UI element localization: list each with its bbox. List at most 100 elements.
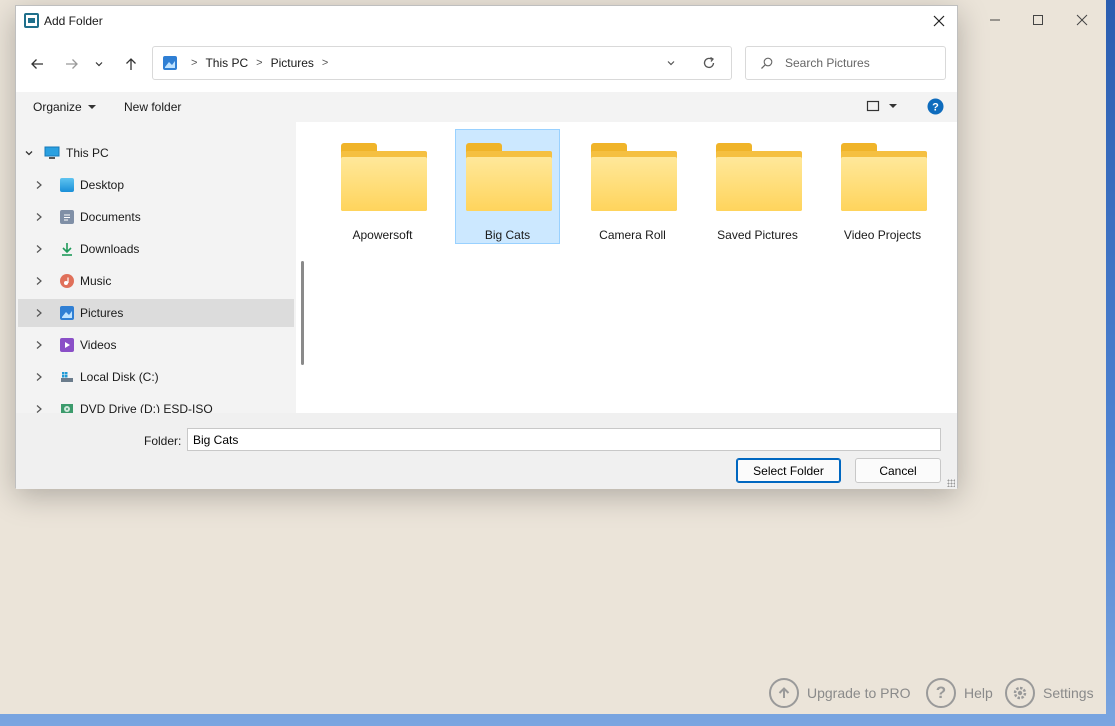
- search-icon: [760, 57, 773, 70]
- breadcrumb-separator-icon: >: [322, 57, 328, 69]
- folder-label: Big Cats: [456, 228, 559, 242]
- minimize-button[interactable]: [975, 9, 1015, 31]
- help-label: Help: [964, 685, 993, 701]
- chevron-right-icon: [34, 180, 44, 190]
- tree-item-pictures[interactable]: Pictures: [18, 299, 294, 327]
- dialog-footer: Folder: Select Folder Cancel: [16, 413, 957, 489]
- refresh-button[interactable]: [702, 56, 716, 73]
- search-placeholder: Search Pictures: [785, 56, 870, 70]
- app-close-button[interactable]: [1062, 9, 1102, 31]
- view-options-button[interactable]: [866, 99, 898, 113]
- upgrade-label: Upgrade to PRO: [807, 685, 911, 701]
- navigation-row: > This PC > Pictures > Search Pictures: [16, 44, 957, 82]
- tree-item-dvd-drive[interactable]: DVD Drive (D:) ESD-ISO: [18, 395, 294, 413]
- tree-item-this-pc[interactable]: This PC: [18, 139, 294, 167]
- chevron-down-icon: [666, 58, 676, 68]
- search-input[interactable]: Search Pictures: [745, 46, 946, 80]
- help-button-dialog[interactable]: ?: [927, 98, 944, 118]
- help-circle-icon: ?: [927, 98, 944, 115]
- chevron-down-icon: [94, 59, 104, 69]
- folder-item-apowersoft[interactable]: Apowersoft: [330, 129, 435, 244]
- chevron-right-icon: [34, 212, 44, 222]
- arrow-left-icon: [30, 57, 44, 71]
- view-pane-icon: [866, 99, 880, 113]
- settings-button[interactable]: Settings: [1005, 677, 1094, 709]
- upgrade-to-pro-button[interactable]: Upgrade to PRO: [769, 677, 911, 709]
- arrow-up-circle-icon: [769, 678, 799, 708]
- chevron-right-icon: [34, 308, 44, 318]
- folder-field-label: Folder:: [144, 434, 181, 448]
- chevron-down-icon: [24, 148, 34, 158]
- folder-label: Video Projects: [831, 228, 934, 242]
- navigation-scrollbar[interactable]: [301, 261, 304, 365]
- tree-item-documents[interactable]: Documents: [18, 203, 294, 231]
- navigation-pane: This PC Desktop Documents D: [16, 122, 296, 413]
- arrow-right-icon: [65, 57, 79, 71]
- caret-down-icon: [888, 102, 898, 110]
- folder-name-input[interactable]: [187, 428, 941, 451]
- select-folder-button[interactable]: Select Folder: [736, 458, 841, 483]
- refresh-icon: [702, 56, 716, 70]
- tree-label: Pictures: [80, 306, 123, 320]
- caret-down-icon: [87, 103, 97, 111]
- tree-item-music[interactable]: Music: [18, 267, 294, 295]
- folder-label: Saved Pictures: [706, 228, 809, 242]
- folder-label: Camera Roll: [581, 228, 684, 242]
- folder-label: Apowersoft: [331, 228, 434, 242]
- folder-item-video-projects[interactable]: Video Projects: [830, 129, 935, 244]
- breadcrumb-pictures[interactable]: Pictures: [271, 56, 314, 70]
- resize-grip[interactable]: [947, 479, 955, 487]
- disk-icon: [60, 370, 74, 384]
- folder-icon: [466, 143, 552, 211]
- folder-item-saved-pictures[interactable]: Saved Pictures: [705, 129, 810, 244]
- tree-item-downloads[interactable]: Downloads: [18, 235, 294, 263]
- new-folder-button[interactable]: New folder: [124, 100, 181, 114]
- chevron-right-icon: [34, 244, 44, 254]
- tree-item-desktop[interactable]: Desktop: [18, 171, 294, 199]
- tree-item-local-disk[interactable]: Local Disk (C:): [18, 363, 294, 391]
- music-icon: [60, 274, 74, 288]
- folder-icon: [341, 143, 427, 211]
- cancel-button[interactable]: Cancel: [855, 458, 941, 483]
- maximize-icon: [1032, 14, 1044, 26]
- breadcrumb-separator-icon: >: [191, 57, 197, 69]
- documents-icon: [60, 210, 74, 224]
- folder-view: Apowersoft Big Cats Camera Roll Saved Pi…: [312, 122, 957, 413]
- tree-item-videos[interactable]: Videos: [18, 331, 294, 359]
- dvd-icon: [60, 402, 74, 413]
- svg-text:?: ?: [932, 102, 939, 114]
- videos-icon: [60, 338, 74, 352]
- folder-icon: [841, 143, 927, 211]
- gear-icon: [1005, 678, 1035, 708]
- tree-label: Music: [80, 274, 111, 288]
- tree-label: Local Disk (C:): [80, 370, 159, 384]
- forward-button[interactable]: [62, 54, 82, 74]
- breadcrumb-separator-icon: >: [256, 57, 262, 69]
- minimize-icon: [989, 14, 1001, 26]
- dialog-close-button[interactable]: [925, 9, 953, 33]
- breadcrumb-this-pc[interactable]: This PC: [205, 56, 248, 70]
- downloads-icon: [60, 242, 74, 256]
- dialog-titlebar: Add Folder: [16, 6, 957, 36]
- chevron-right-icon: [34, 276, 44, 286]
- add-folder-dialog: Add Folder > This PC > Pictures >: [15, 5, 958, 488]
- help-button[interactable]: ? Help: [926, 677, 993, 709]
- maximize-button[interactable]: [1018, 9, 1058, 31]
- up-button[interactable]: [121, 54, 141, 74]
- question-circle-icon: ?: [926, 678, 956, 708]
- address-dropdown-button[interactable]: [666, 57, 676, 71]
- organize-button[interactable]: Organize: [33, 100, 97, 114]
- tree-label: Videos: [80, 338, 116, 352]
- folder-item-camera-roll[interactable]: Camera Roll: [580, 129, 685, 244]
- command-bar: Organize New folder ?: [16, 92, 957, 122]
- dialog-title: Add Folder: [44, 14, 103, 28]
- folder-icon: [591, 143, 677, 211]
- address-bar[interactable]: > This PC > Pictures >: [152, 46, 732, 80]
- folder-icon: [716, 143, 802, 211]
- chevron-right-icon: [34, 340, 44, 350]
- folder-item-big-cats[interactable]: Big Cats: [455, 129, 560, 244]
- pictures-icon: [163, 56, 177, 70]
- back-button[interactable]: [27, 54, 47, 74]
- recent-locations-button[interactable]: [92, 54, 106, 74]
- organize-label: Organize: [33, 100, 82, 114]
